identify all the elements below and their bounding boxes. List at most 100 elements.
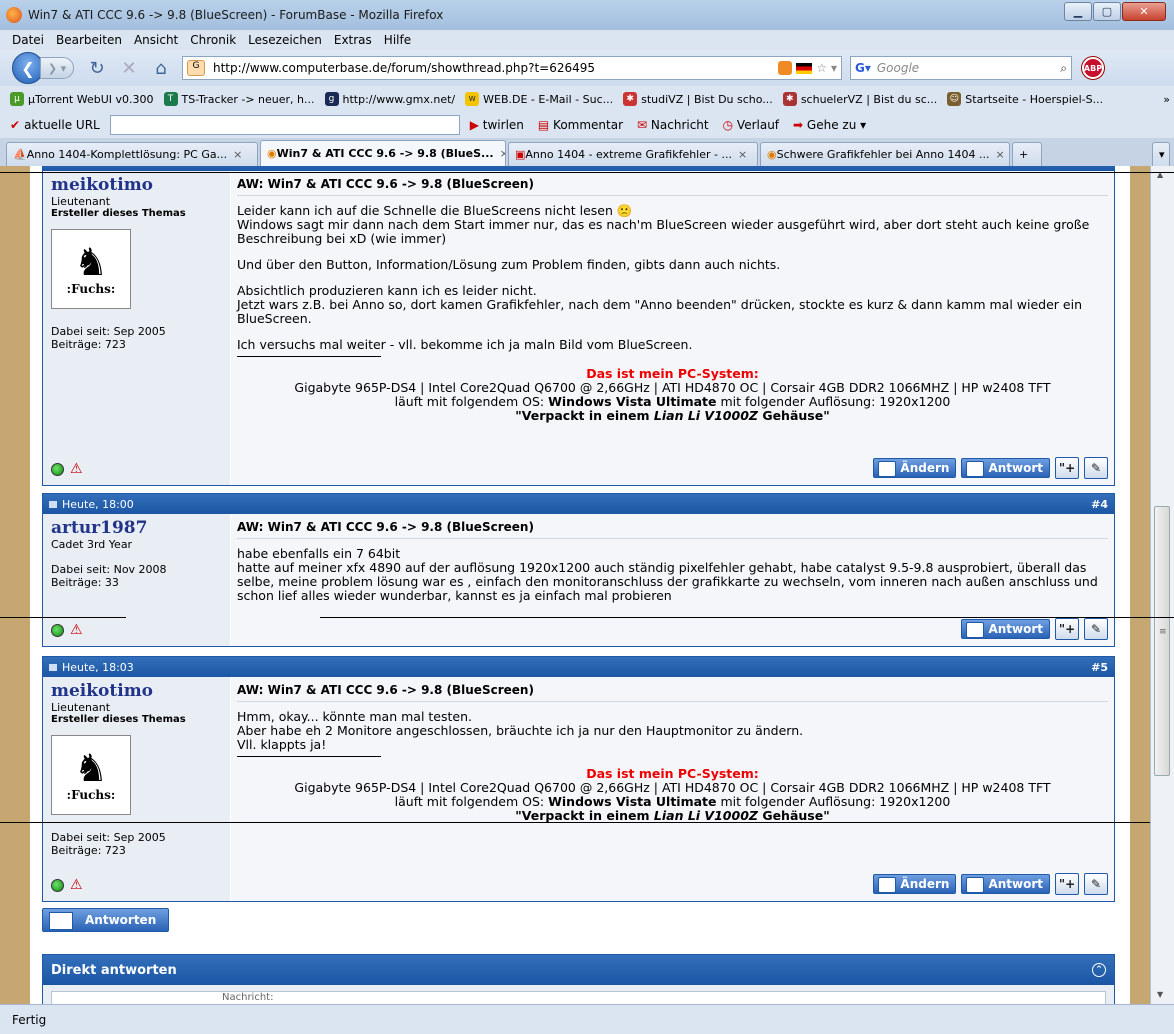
search-box[interactable]: G▾ Google ⌕ — [850, 56, 1072, 80]
post-message: AW: Win7 & ATI CCC 9.6 -> 9.8 (BlueScree… — [231, 677, 1114, 901]
tab-win7-ati[interactable]: ◉ Win7 & ATI CCC 9.6 -> 9.8 (BlueS... × — [260, 140, 506, 166]
menu-datei[interactable]: Datei — [12, 33, 44, 47]
menu-ansicht[interactable]: Ansicht — [134, 33, 178, 47]
signature-line: läuft mit folgendem OS: Windows Vista Ul… — [237, 795, 1108, 809]
post-user-info: artur1987 Cadet 3rd Year Dabei seit: Nov… — [43, 514, 231, 646]
tab-icon: ▣ — [515, 148, 526, 161]
navigation-toolbar: ❮ ❯ ▾ ↻ ✕ ⌂ G http://www.computerbase.de… — [0, 50, 1174, 86]
report-icon[interactable]: ⚠ — [70, 461, 83, 477]
menu-chronik[interactable]: Chronik — [190, 33, 236, 47]
site-identity-icon[interactable]: G — [187, 60, 205, 76]
reply-button[interactable]: Antwort — [961, 458, 1050, 478]
bookmark-studivz[interactable]: ✱ studiVZ | Bist Du scho... — [623, 92, 773, 106]
multi-quote-button[interactable]: "+ — [1055, 457, 1079, 479]
tab-schwere-grafikfehler[interactable]: ◉ Schwere Grafikfehler bei Anno 1404 ...… — [760, 142, 1010, 166]
play-icon: ▶ — [469, 118, 483, 132]
quick-reply-icon[interactable]: ✎ — [1084, 457, 1108, 479]
stop-icon[interactable]: ✕ — [120, 58, 138, 79]
post-text: Absichtlich produzieren kann ich es leid… — [237, 283, 537, 298]
twirlen-button[interactable]: ▶ twirlen — [470, 118, 524, 132]
bookmark-schuelervz[interactable]: ✱ schuelerVZ | Bist du sc... — [782, 92, 937, 106]
menu-bearbeiten[interactable]: Bearbeiten — [56, 33, 122, 47]
bookmark-hoerspiel[interactable]: ☺ Startseite - Hoerspiel-S... — [947, 92, 1103, 106]
kommentar-button[interactable]: ▤ Kommentar — [538, 118, 623, 132]
tab-anno-grafikfehler[interactable]: ▣ Anno 1404 - extreme Grafikfehler - ...… — [508, 142, 758, 166]
online-status-icon — [51, 462, 64, 476]
nachricht-button[interactable]: ✉ Nachricht — [637, 118, 709, 132]
bookmarks-overflow-icon[interactable]: » — [1163, 93, 1170, 106]
multi-quote-button[interactable]: "+ — [1055, 873, 1079, 895]
quick-reply-icon[interactable]: ✎ — [1084, 873, 1108, 895]
post-date: Heute, 18:03 — [62, 660, 134, 674]
quick-reply-editor[interactable]: Nachricht: — [51, 991, 1106, 1004]
status-bar: Fertig — [0, 1004, 1174, 1034]
menu-extras[interactable]: Extras — [334, 33, 372, 47]
home-icon[interactable]: ⌂ — [152, 58, 170, 79]
scrollbar-thumb[interactable] — [1154, 506, 1170, 776]
quick-reply-icon[interactable]: ✎ — [1084, 618, 1108, 640]
username[interactable]: meikotimo — [51, 681, 222, 701]
bookmark-label: Startseite - Hoerspiel-S... — [965, 92, 1104, 106]
report-icon[interactable]: ⚠ — [70, 877, 83, 893]
bookmark-webde[interactable]: w WEB.DE - E-Mail - Suc... — [465, 92, 613, 106]
tab-list-button[interactable]: ▾ — [1152, 142, 1170, 166]
german-flag-icon — [796, 62, 813, 74]
post-icon — [49, 500, 57, 508]
adblock-plus-icon[interactable]: ABP — [1082, 57, 1104, 79]
post-number[interactable]: #5 — [1091, 661, 1108, 674]
report-icon[interactable]: ⚠ — [70, 622, 83, 638]
minimize-button[interactable]: ▁ — [1064, 2, 1092, 21]
join-date: Dabei seit: Sep 2005 — [51, 325, 166, 338]
comment-icon: ▤ — [537, 118, 554, 132]
username[interactable]: meikotimo — [51, 175, 222, 195]
rss-feed-icon[interactable] — [778, 61, 793, 75]
post-header: Heute, 18:00 #4 — [43, 494, 1114, 514]
online-status-icon — [51, 623, 64, 637]
tab-label: Anno 1404 - extreme Grafikfehler - ... — [525, 148, 732, 161]
scroll-down-icon[interactable]: ▼ — [1157, 990, 1163, 999]
google-icon[interactable]: G▾ — [855, 61, 871, 75]
reply-button[interactable]: Antwort — [961, 619, 1050, 639]
reply-button[interactable]: Antwort — [961, 874, 1050, 894]
edit-button[interactable]: Ändern — [873, 874, 957, 894]
verlauf-button[interactable]: ◷ Verlauf — [723, 118, 779, 132]
multi-quote-button[interactable]: "+ — [1055, 618, 1079, 640]
post-message: AW: Win7 & ATI CCC 9.6 -> 9.8 (BlueScree… — [231, 171, 1114, 485]
bookmark-ts-tracker[interactable]: T TS-Tracker -> neuer, h... — [163, 92, 315, 106]
url-text: http://www.computerbase.de/forum/showthr… — [213, 61, 596, 75]
utorrent-icon: µ — [10, 92, 24, 106]
url-bar[interactable]: G http://www.computerbase.de/forum/showt… — [182, 56, 842, 80]
status-text: Fertig — [12, 1012, 47, 1027]
menu-hilfe[interactable]: Hilfe — [384, 33, 411, 47]
forward-button[interactable]: ❯ ▾ — [40, 57, 74, 79]
maximize-button[interactable]: ▢ — [1093, 2, 1121, 21]
signature-text: mit folgender Auflösung: 1920x1200 — [716, 794, 951, 809]
close-button[interactable]: ✕ — [1122, 2, 1166, 21]
tab-close-icon[interactable]: × — [233, 148, 242, 161]
bookmark-star-icon[interactable]: ☆ ▾ — [816, 61, 837, 75]
collapse-icon[interactable]: ⌃ — [1092, 963, 1106, 977]
bookmark-gmx[interactable]: g http://www.gmx.net/ — [324, 92, 455, 106]
post-count: Beiträge: 723 — [51, 844, 126, 857]
post-4: Heute, 18:00 #4 artur1987 Cadet 3rd Year… — [42, 493, 1115, 647]
username[interactable]: artur1987 — [51, 518, 222, 538]
bookmark-utorrent[interactable]: µ µTorrent WebUI v0.300 — [10, 92, 154, 106]
title-bar: Win7 & ATI CCC 9.6 -> 9.8 (BlueScreen) -… — [0, 0, 1174, 30]
tab-close-icon[interactable]: × — [995, 148, 1004, 161]
current-url-input[interactable] — [109, 115, 460, 135]
menu-lesezeichen[interactable]: Lesezeichen — [248, 33, 322, 47]
edit-button[interactable]: Ändern — [873, 458, 957, 478]
tab-anno-komplettloesung[interactable]: ⛵ Anno 1404-Komplettlösung: PC Ga... × — [6, 142, 258, 166]
new-reply-button[interactable]: Antworten — [42, 908, 169, 932]
scrollbar[interactable]: ▲ ▼ — [1150, 166, 1174, 1004]
gehe-zu-button[interactable]: ➡ Gehe zu ▾ — [793, 118, 866, 132]
post-number[interactable]: #4 — [1091, 498, 1108, 511]
new-tab-button[interactable]: + — [1012, 142, 1042, 166]
right-border — [1130, 166, 1150, 1004]
post-actions: Antwort "+ ✎ — [956, 618, 1108, 640]
tab-close-icon[interactable]: × — [738, 148, 747, 161]
tab-close-icon[interactable]: × — [500, 147, 505, 160]
signature-case: Lian Li V1000Z — [653, 408, 758, 423]
search-icon[interactable]: ⌕ — [1060, 61, 1067, 76]
reload-icon[interactable]: ↻ — [88, 58, 106, 79]
